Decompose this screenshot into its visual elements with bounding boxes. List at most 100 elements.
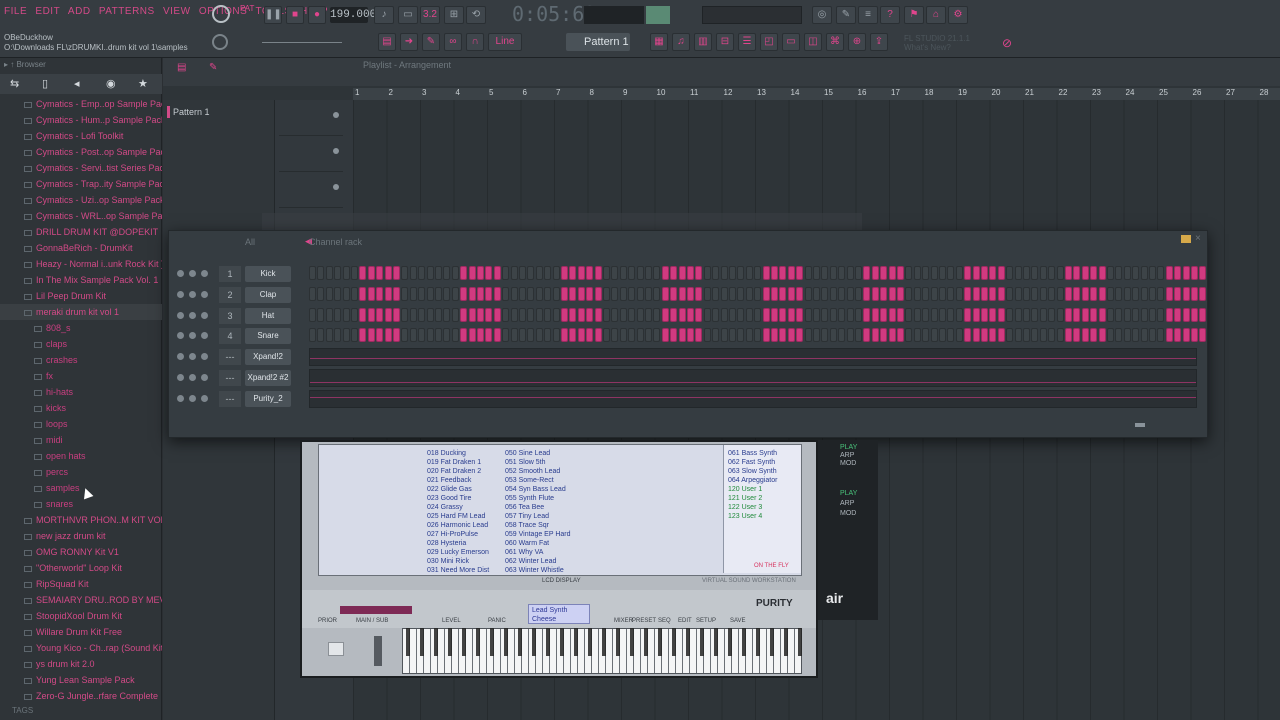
step-button[interactable] [1107, 286, 1114, 301]
step-button[interactable] [955, 328, 963, 343]
step-button[interactable] [561, 266, 568, 280]
step-button[interactable] [1140, 266, 1148, 280]
step-button[interactable] [871, 328, 879, 343]
step-button[interactable] [426, 286, 434, 301]
step-button[interactable] [619, 266, 627, 280]
step-button[interactable] [628, 266, 636, 280]
step-button[interactable] [435, 286, 442, 301]
step-button[interactable] [309, 286, 316, 301]
step-button[interactable] [720, 307, 728, 322]
step-button[interactable] [939, 286, 946, 301]
channel-filter[interactable]: All [245, 237, 255, 247]
step-button[interactable] [1157, 266, 1165, 280]
browser-item[interactable]: midi [0, 432, 162, 448]
step-button[interactable] [577, 286, 585, 301]
step-button[interactable] [754, 307, 762, 322]
step-button[interactable] [972, 266, 980, 280]
step-button[interactable] [1006, 328, 1014, 343]
step-button[interactable] [1149, 328, 1156, 343]
step-button[interactable] [451, 266, 459, 280]
step-button[interactable] [367, 266, 375, 280]
step-button[interactable] [947, 307, 955, 322]
snap-select[interactable]: Line [488, 33, 522, 51]
step-button[interactable] [460, 286, 468, 301]
step-button[interactable] [796, 328, 804, 343]
browser-item[interactable]: new jazz drum kit [0, 528, 162, 544]
step-button[interactable] [821, 328, 829, 343]
channel-name-button[interactable]: Xpand!2 [245, 349, 291, 366]
step-button[interactable] [376, 266, 384, 280]
browser-item[interactable]: Young Kico - Ch..rap (Sound Kit) [0, 640, 162, 656]
step-button[interactable] [1182, 328, 1190, 343]
play-button[interactable]: ❚❚ [264, 6, 282, 24]
browser-item[interactable]: percs [0, 464, 162, 480]
step-button[interactable] [645, 328, 652, 343]
step-button[interactable] [1149, 307, 1156, 322]
browser-item[interactable]: Yung Lean Sample Pack [0, 672, 162, 688]
step-button[interactable] [930, 266, 938, 280]
step-icon[interactable]: ➜ [400, 33, 418, 51]
step-button[interactable] [586, 266, 594, 280]
mini-piano-roll[interactable] [309, 369, 1197, 387]
step-button[interactable] [351, 328, 358, 343]
step-button[interactable] [687, 328, 694, 343]
view-touch-keyboard-icon[interactable]: ▭ [782, 33, 800, 51]
step-button[interactable] [913, 328, 921, 343]
step-button[interactable] [1081, 307, 1089, 322]
playlist-icon[interactable]: ▤ [378, 33, 396, 51]
step-button[interactable] [754, 328, 762, 343]
track-mute-led[interactable] [333, 112, 339, 118]
step-button[interactable] [1123, 266, 1131, 280]
step-button[interactable] [334, 266, 342, 280]
step-button[interactable] [678, 307, 686, 322]
step-button[interactable] [636, 307, 644, 322]
step-button[interactable] [569, 266, 577, 280]
browser-item[interactable]: GonnaBeRich - DrumKit [0, 240, 162, 256]
step-button[interactable] [1165, 328, 1173, 343]
preset-entry[interactable]: 063 Winter Whistle [505, 566, 571, 575]
side-play-1[interactable]: PLAY [840, 444, 857, 451]
step-button[interactable] [787, 266, 795, 280]
step-button[interactable] [519, 266, 526, 280]
step-button[interactable] [1174, 307, 1182, 322]
browser-item[interactable]: crashes [0, 352, 162, 368]
step-button[interactable] [695, 286, 703, 301]
step-button[interactable] [913, 307, 921, 322]
mixer-track-number[interactable]: 2 [219, 286, 241, 303]
step-button[interactable] [661, 286, 669, 301]
step-button[interactable] [989, 286, 997, 301]
step-button[interactable] [1048, 328, 1056, 343]
step-button[interactable] [695, 266, 703, 280]
step-button[interactable] [813, 266, 820, 280]
step-button[interactable] [1090, 307, 1098, 322]
step-button[interactable] [1107, 307, 1114, 322]
step-button[interactable] [1039, 286, 1047, 301]
pattern-selector[interactable]: Pattern 1 [566, 33, 630, 51]
browser-item[interactable]: Cymatics - Emp..op Sample Pack [0, 96, 162, 112]
step-button[interactable] [670, 307, 678, 322]
step-button[interactable] [401, 307, 409, 322]
channel-led[interactable] [189, 332, 196, 340]
mixer-track-number[interactable]: --- [219, 370, 241, 386]
step-button[interactable] [460, 266, 468, 280]
step-button[interactable] [451, 286, 459, 301]
step-button[interactable] [729, 307, 736, 322]
step-button[interactable] [1081, 328, 1089, 343]
step-button[interactable] [443, 286, 451, 301]
step-button[interactable] [586, 328, 594, 343]
step-button[interactable] [1006, 307, 1014, 322]
step-button[interactable] [603, 266, 610, 280]
step-button[interactable] [762, 307, 770, 322]
step-button[interactable] [443, 307, 451, 322]
step-button[interactable] [846, 266, 854, 280]
step-button[interactable] [880, 286, 888, 301]
browser-item[interactable]: SEMAIARY DRU..ROD BY MEVO) [0, 592, 162, 608]
step-button[interactable] [1039, 307, 1047, 322]
browser-all-tab-icon[interactable]: ⇆ [10, 77, 19, 90]
step-button[interactable] [1132, 266, 1140, 280]
step-button[interactable] [1132, 307, 1140, 322]
step-button[interactable] [325, 328, 333, 343]
preset-entry[interactable]: 028 Hysteria [427, 539, 489, 548]
browser-item[interactable]: loops [0, 416, 162, 432]
step-button[interactable] [1073, 286, 1081, 301]
